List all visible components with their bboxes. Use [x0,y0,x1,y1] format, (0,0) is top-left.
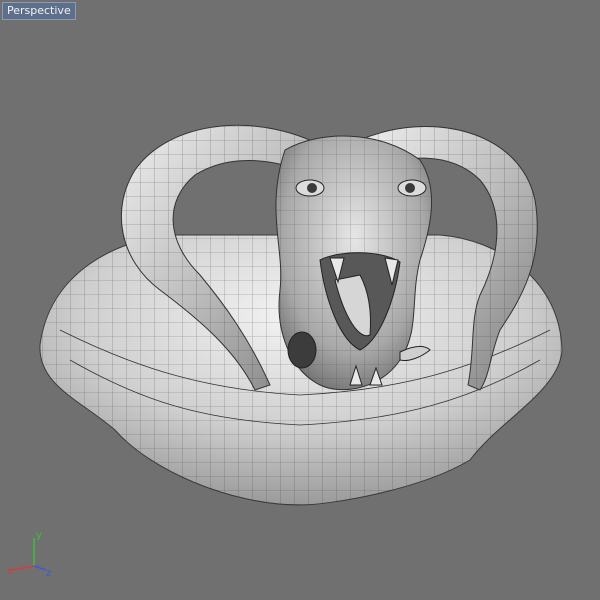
z-axis-label: z [46,568,51,576]
x-axis-line [11,565,35,571]
axis-triad: x y z [7,530,51,576]
demon-head-model[interactable] [0,0,600,600]
demon-face [275,135,432,391]
z-axis-line [33,565,47,571]
3d-viewport[interactable]: Perspective x y z [0,0,600,600]
y-axis-label: y [36,530,42,541]
x-axis-label: x [7,566,13,576]
